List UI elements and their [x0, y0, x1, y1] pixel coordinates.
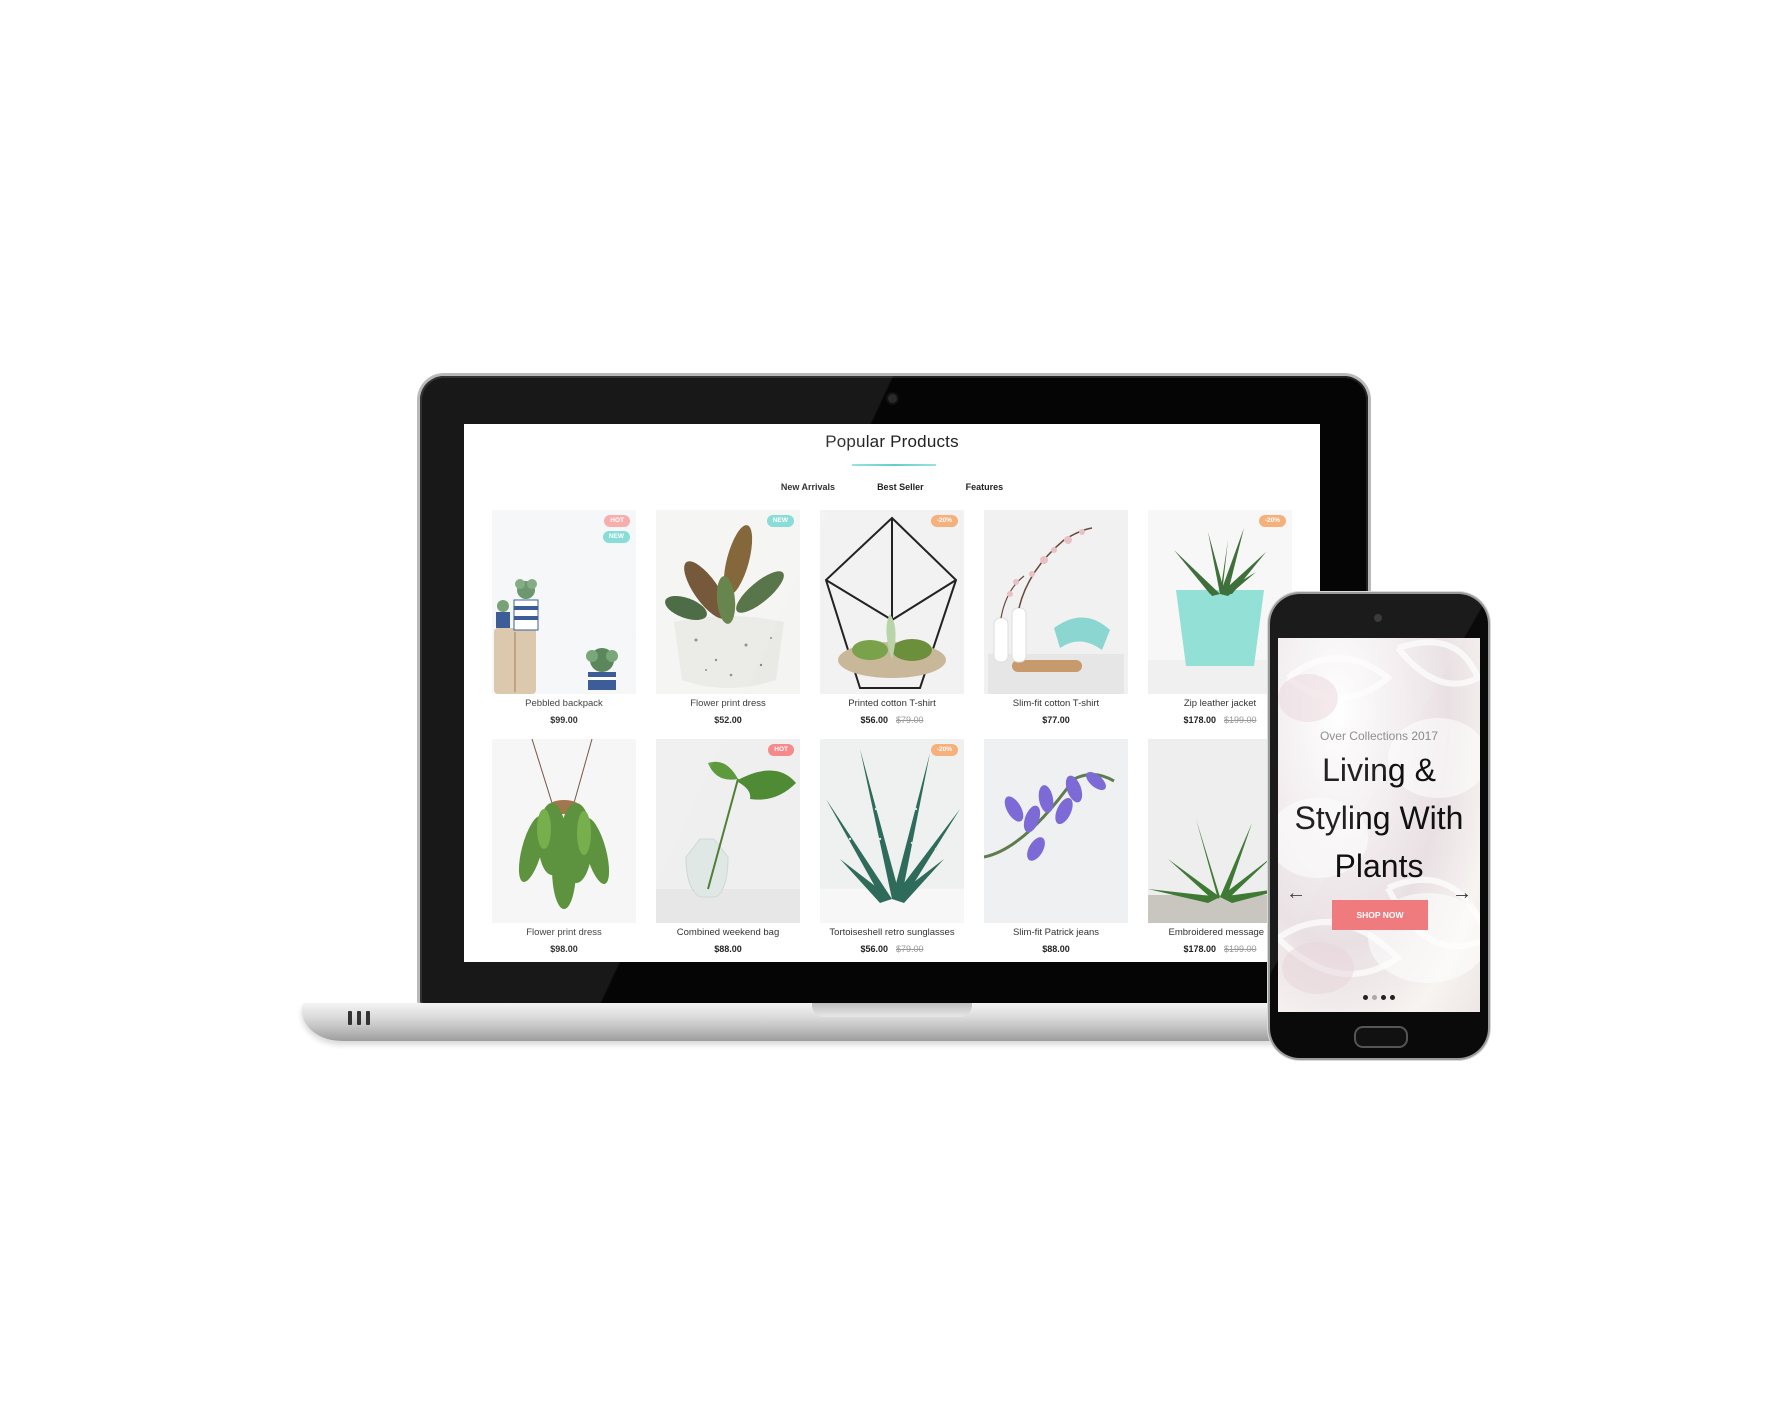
phone-camera	[1374, 614, 1382, 622]
product-card[interactable]: NEW Flower print dress $52.00	[656, 510, 800, 725]
current-price: $178.00	[1183, 944, 1216, 954]
product-name[interactable]: Slim-fit Patrick jeans	[984, 927, 1128, 938]
product-card[interactable]: HOT Combined weekend bag $88.00	[656, 739, 800, 954]
product-image-terrarium[interactable]: -20%	[820, 510, 964, 694]
product-badge: -20%	[930, 744, 958, 756]
product-name[interactable]: Tortoiseshell retro sunglasses	[820, 927, 964, 938]
old-price: $199.00	[1224, 944, 1257, 954]
product-name[interactable]: Pebbled backpack	[492, 698, 636, 709]
product-price: $77.00	[984, 715, 1128, 725]
product-name[interactable]: Combined weekend bag	[656, 927, 800, 938]
product-name[interactable]: Flower print dress	[492, 927, 636, 938]
hero-title: Living & Styling With Plants	[1278, 746, 1480, 890]
product-badge: -20%	[1258, 515, 1286, 527]
product-card[interactable]: Flower print dress $98.00	[492, 739, 636, 954]
old-price: $79.00	[896, 944, 924, 954]
current-price: $56.00	[860, 944, 888, 954]
slider-dot-active[interactable]	[1372, 995, 1377, 1000]
old-price: $79.00	[896, 715, 924, 725]
slider-dot[interactable]	[1381, 995, 1386, 1000]
laptop-camera	[888, 394, 897, 403]
hero-kicker: Over Collections 2017	[1319, 729, 1439, 743]
slider-dot[interactable]	[1390, 995, 1395, 1000]
product-image-stool-succulents[interactable]: HOT NEW	[492, 510, 636, 694]
current-price: $56.00	[860, 715, 888, 725]
current-price: $98.00	[550, 944, 578, 954]
section-title: Popular Products	[825, 432, 959, 451]
product-grid: HOT NEW Pebbled backpack $99.00 NEW Flow…	[492, 510, 1292, 954]
current-price: $77.00	[1042, 715, 1070, 725]
laptop-screen: Popular Products New Arrivals Best Selle…	[464, 424, 1320, 962]
product-image-hyacinth[interactable]	[984, 739, 1128, 923]
phone-home-button[interactable]	[1354, 1026, 1408, 1048]
product-name[interactable]: Flower print dress	[656, 698, 800, 709]
arrow-left-icon[interactable]: ←	[1286, 882, 1306, 905]
arrow-right-icon[interactable]: →	[1452, 882, 1472, 905]
product-badge: NEW	[602, 531, 630, 543]
product-image-hanging-fern[interactable]	[492, 739, 636, 923]
title-underline	[852, 464, 936, 466]
slider-dots	[1363, 995, 1395, 1000]
current-price: $178.00	[1183, 715, 1216, 725]
product-card[interactable]: Slim-fit cotton T-shirt $77.00	[984, 510, 1128, 725]
laptop-base	[302, 1003, 1352, 1041]
product-image-monstera-vase[interactable]: HOT	[656, 739, 800, 923]
product-price: $56.00 $79.00	[820, 944, 964, 954]
product-card[interactable]: -20% Printed cotton T-shirt $56.00 $79.00	[820, 510, 964, 725]
laptop-lid: Popular Products New Arrivals Best Selle…	[420, 376, 1368, 1006]
product-price: $88.00	[656, 944, 800, 954]
shop-now-button[interactable]: SHOP NOW	[1332, 900, 1428, 930]
product-name[interactable]: Printed cotton T-shirt	[820, 698, 964, 709]
product-card[interactable]: -20% Tortoiseshell retro sunglasses $56.…	[820, 739, 964, 954]
product-image-rubber-plant[interactable]: NEW	[656, 510, 800, 694]
product-name[interactable]: Slim-fit cotton T-shirt	[984, 698, 1128, 709]
slider-dot[interactable]	[1363, 995, 1368, 1000]
product-price: $99.00	[492, 715, 636, 725]
product-tabs: New Arrivals Best Seller Features	[464, 482, 1320, 492]
hero-title-line: Styling With	[1294, 800, 1464, 836]
old-price: $199.00	[1224, 715, 1257, 725]
product-badge: HOT	[604, 515, 630, 527]
tab-new-arrivals[interactable]: New Arrivals	[781, 482, 835, 492]
tab-best-seller[interactable]: Best Seller	[877, 482, 924, 492]
base-vents	[348, 1011, 374, 1025]
hero-title-line: Plants	[1334, 848, 1424, 884]
product-badge: NEW	[766, 515, 794, 527]
product-price: $88.00	[984, 944, 1128, 954]
product-card[interactable]: HOT NEW Pebbled backpack $99.00	[492, 510, 636, 725]
product-price: $52.00	[656, 715, 800, 725]
phone-screen: Over Collections 2017 Living & Styling W…	[1278, 638, 1480, 1012]
product-card[interactable]: Slim-fit Patrick jeans $88.00	[984, 739, 1128, 954]
product-price: $98.00	[492, 944, 636, 954]
current-price: $88.00	[1042, 944, 1070, 954]
product-image-blossom-vases[interactable]	[984, 510, 1128, 694]
base-notch	[812, 1003, 972, 1017]
product-badge: HOT	[768, 744, 794, 756]
tab-features[interactable]: Features	[966, 482, 1004, 492]
phone-device: Over Collections 2017 Living & Styling W…	[1270, 594, 1488, 1058]
current-price: $99.00	[550, 715, 578, 725]
product-image-aloe-closeup[interactable]: -20%	[820, 739, 964, 923]
current-price: $88.00	[714, 944, 742, 954]
current-price: $52.00	[714, 715, 742, 725]
product-badge: -20%	[930, 515, 958, 527]
product-price: $56.00 $79.00	[820, 715, 964, 725]
hero-title-line: Living &	[1322, 752, 1436, 788]
